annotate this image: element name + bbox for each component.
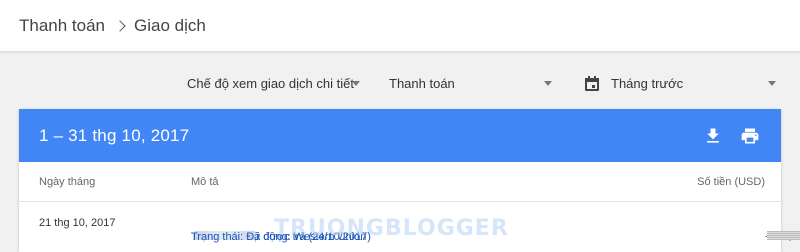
breadcrumb-parent[interactable]: Thanh toán	[19, 16, 105, 36]
dropdown-arrow-icon	[352, 81, 360, 86]
table-row: 21 thg 10, 2017 Thanh toán tự động: West…	[19, 203, 800, 243]
transactions-card: 1 – 31 thg 10, 2017 Ngày tháng Mô tả Số …	[19, 109, 800, 252]
view-mode-label: Chế độ xem giao dịch chi tiết	[187, 75, 354, 91]
column-description: Mô tả	[191, 176, 219, 188]
transaction-type-select[interactable]: Thanh toán	[389, 68, 555, 98]
description-status: Trạng thái: Đã được trả (24/10/2017)	[191, 231, 371, 243]
card-header: 1 – 31 thg 10, 2017	[19, 109, 781, 162]
chevron-right-icon	[114, 19, 126, 32]
date-range-title: 1 – 31 thg 10, 2017	[39, 125, 190, 145]
view-mode-select[interactable]: Chế độ xem giao dịch chi tiết	[187, 68, 363, 98]
calendar-icon	[585, 75, 599, 91]
table-header: Ngày tháng Mô tả Số tiền (USD)	[19, 162, 781, 202]
dropdown-arrow-icon	[544, 81, 552, 86]
download-icon[interactable]	[703, 126, 723, 146]
column-amount: Số tiền (USD)	[697, 176, 765, 188]
dropdown-arrow-icon	[768, 81, 776, 86]
filter-bar: Chế độ xem giao dịch chi tiết Thanh toán…	[0, 68, 800, 98]
period-label: Tháng trước	[611, 75, 684, 91]
header-bar: Thanh toán Giao dịch	[0, 0, 800, 52]
transaction-type-label: Thanh toán	[389, 75, 455, 91]
period-select[interactable]: Tháng trước	[585, 68, 779, 98]
print-icon[interactable]	[740, 126, 760, 146]
row-date: 21 thg 10, 2017	[39, 217, 116, 229]
redacted-amount	[767, 231, 800, 240]
breadcrumb-current: Giao dịch	[134, 15, 206, 35]
column-date: Ngày tháng	[39, 176, 96, 188]
